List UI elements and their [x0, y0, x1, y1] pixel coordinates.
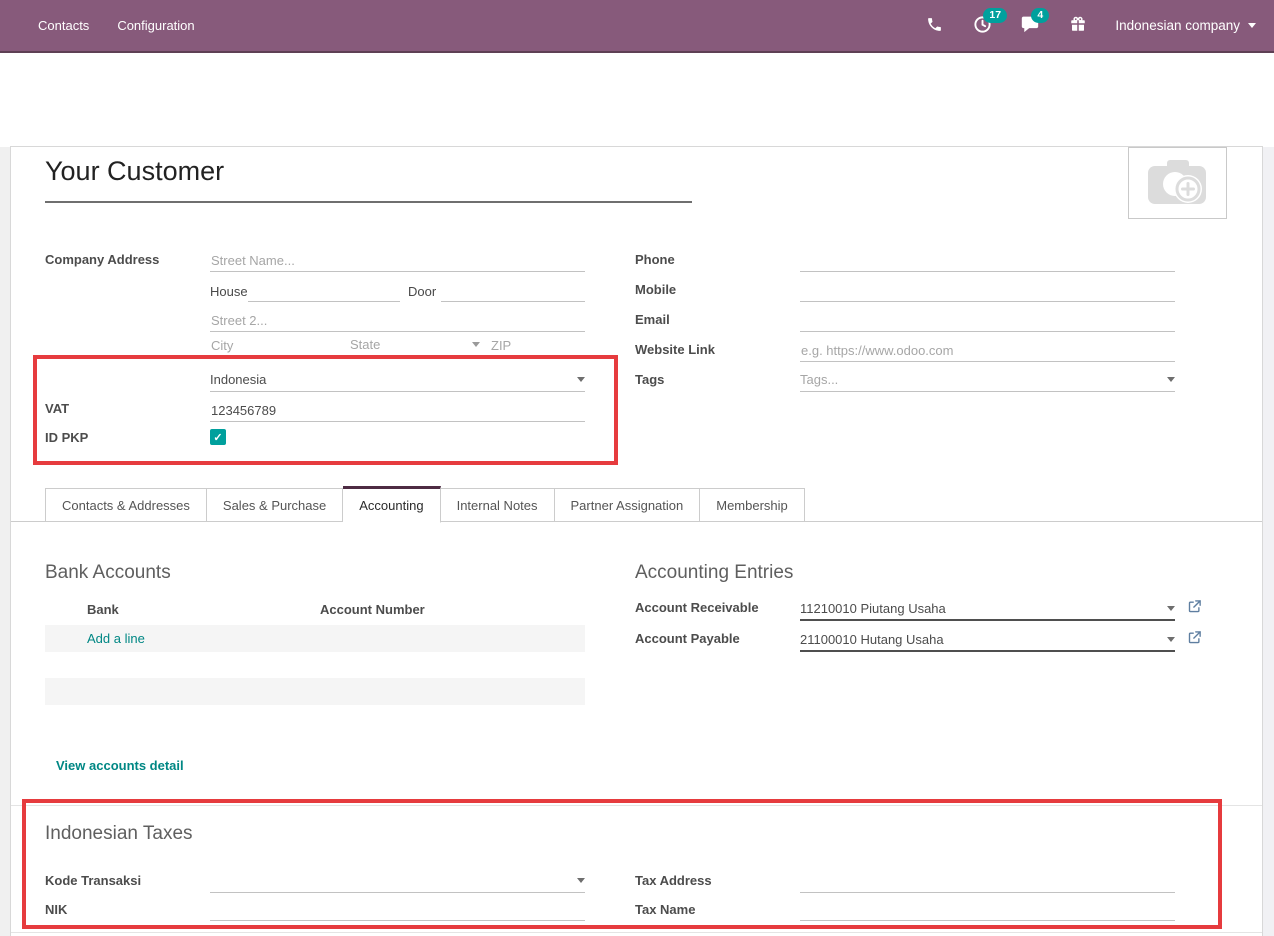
- chevron-down-icon: [577, 377, 585, 382]
- left-gutter: [0, 147, 10, 936]
- vat-label: VAT: [45, 401, 69, 416]
- country-value: Indonesia: [210, 372, 571, 387]
- indonesian-taxes-heading: Indonesian Taxes: [45, 823, 193, 845]
- tab-contacts-addresses[interactable]: Contacts & Addresses: [45, 488, 207, 522]
- external-link-icon[interactable]: [1187, 599, 1202, 614]
- kode-transaksi-label: Kode Transaksi: [45, 873, 141, 888]
- email-input[interactable]: [800, 310, 1175, 332]
- country-select[interactable]: Indonesia: [210, 368, 585, 392]
- activity-count-badge: 17: [983, 8, 1007, 23]
- chevron-down-icon: [1167, 377, 1175, 382]
- chevron-down-icon: [1167, 606, 1175, 611]
- kode-transaksi-select[interactable]: [210, 869, 585, 893]
- tags-label: Tags: [635, 372, 664, 387]
- systray: 17 4 Indonesian company: [923, 0, 1256, 51]
- page-title[interactable]: Your Customer: [45, 156, 224, 187]
- street-input[interactable]: [210, 250, 585, 272]
- partner-image-placeholder[interactable]: [1128, 147, 1227, 219]
- bank-accounts-heading: Bank Accounts: [45, 562, 171, 584]
- external-link-icon[interactable]: [1187, 630, 1202, 645]
- rewards-button[interactable]: [1067, 15, 1089, 37]
- tab-accounting[interactable]: Accounting: [343, 486, 440, 523]
- door-input[interactable]: [441, 280, 585, 302]
- title-underline: [45, 201, 692, 203]
- scrollbar-gutter[interactable]: [1263, 147, 1274, 936]
- app-menu: Contacts Configuration: [0, 18, 195, 33]
- house-label: House: [210, 284, 248, 299]
- street2-input[interactable]: [210, 310, 585, 332]
- nik-input[interactable]: [210, 899, 585, 921]
- house-input[interactable]: [248, 280, 400, 302]
- chevron-down-icon: [1248, 23, 1256, 28]
- activities-button[interactable]: 17: [971, 15, 993, 37]
- tab-membership[interactable]: Membership: [700, 488, 805, 522]
- section-divider: [11, 805, 1262, 806]
- website-link-label: Website Link: [635, 342, 715, 357]
- account-payable-value: 21100010 Hutang Usaha: [800, 632, 1161, 647]
- mobile-label: Mobile: [635, 282, 676, 297]
- camera-plus-icon: [1145, 156, 1211, 211]
- account-number-column-header[interactable]: Account Number: [320, 602, 425, 617]
- nik-label: NIK: [45, 902, 67, 917]
- message-count-badge: 4: [1031, 8, 1049, 23]
- vat-input[interactable]: [210, 400, 585, 422]
- tax-name-input[interactable]: [800, 899, 1175, 921]
- mobile-input[interactable]: [800, 280, 1175, 302]
- company-name: Indonesian company: [1115, 18, 1240, 33]
- add-a-line-link[interactable]: Add a line: [87, 631, 145, 646]
- tax-name-label: Tax Name: [635, 902, 695, 917]
- gift-icon: [1069, 15, 1087, 36]
- account-receivable-select[interactable]: 11210010 Piutang Usaha: [800, 597, 1175, 621]
- door-label: Door: [408, 284, 436, 299]
- tab-internal-notes[interactable]: Internal Notes: [441, 488, 555, 522]
- account-receivable-value: 11210010 Piutang Usaha: [800, 601, 1161, 616]
- phone-input[interactable]: [800, 250, 1175, 272]
- accounting-entries-heading: Accounting Entries: [635, 562, 793, 584]
- id-pkp-label: ID PKP: [45, 430, 88, 445]
- view-accounts-detail-link[interactable]: View accounts detail: [56, 758, 184, 773]
- bank-column-header[interactable]: Bank: [87, 602, 119, 617]
- company-address-label: Company Address: [45, 252, 159, 267]
- bank-table-empty-row: [45, 678, 585, 705]
- id-pkp-checkbox[interactable]: [210, 429, 226, 445]
- menu-configuration[interactable]: Configuration: [117, 18, 194, 33]
- state-select[interactable]: State: [350, 333, 480, 357]
- account-receivable-label: Account Receivable: [635, 600, 759, 615]
- phone-icon: [926, 16, 943, 36]
- menu-contacts[interactable]: Contacts: [38, 18, 89, 33]
- phone-label: Phone: [635, 252, 675, 267]
- bank-table-row[interactable]: Add a line: [45, 625, 585, 652]
- tags-select[interactable]: Tags...: [800, 368, 1175, 392]
- tab-sales-purchase[interactable]: Sales & Purchase: [207, 488, 343, 522]
- voip-button[interactable]: [923, 15, 945, 37]
- chevron-down-icon: [1167, 637, 1175, 642]
- top-navbar: Contacts Configuration 17 4 Indones: [0, 0, 1274, 53]
- chevron-down-icon: [577, 878, 585, 883]
- section-divider: [11, 932, 1262, 933]
- notebook-tabs: Contacts & Addresses Sales & Purchase Ac…: [45, 488, 805, 523]
- tax-address-label: Tax Address: [635, 873, 712, 888]
- messages-button[interactable]: 4: [1019, 15, 1041, 37]
- email-label: Email: [635, 312, 670, 327]
- website-input[interactable]: [800, 340, 1175, 362]
- tab-partner-assignation[interactable]: Partner Assignation: [555, 488, 701, 522]
- account-payable-label: Account Payable: [635, 631, 740, 646]
- zip-input[interactable]: [490, 335, 585, 357]
- city-input[interactable]: [210, 335, 330, 357]
- tax-address-input[interactable]: [800, 871, 1175, 893]
- account-payable-select[interactable]: 21100010 Hutang Usaha: [800, 628, 1175, 652]
- chevron-down-icon: [472, 342, 480, 347]
- company-switcher[interactable]: Indonesian company: [1115, 18, 1256, 33]
